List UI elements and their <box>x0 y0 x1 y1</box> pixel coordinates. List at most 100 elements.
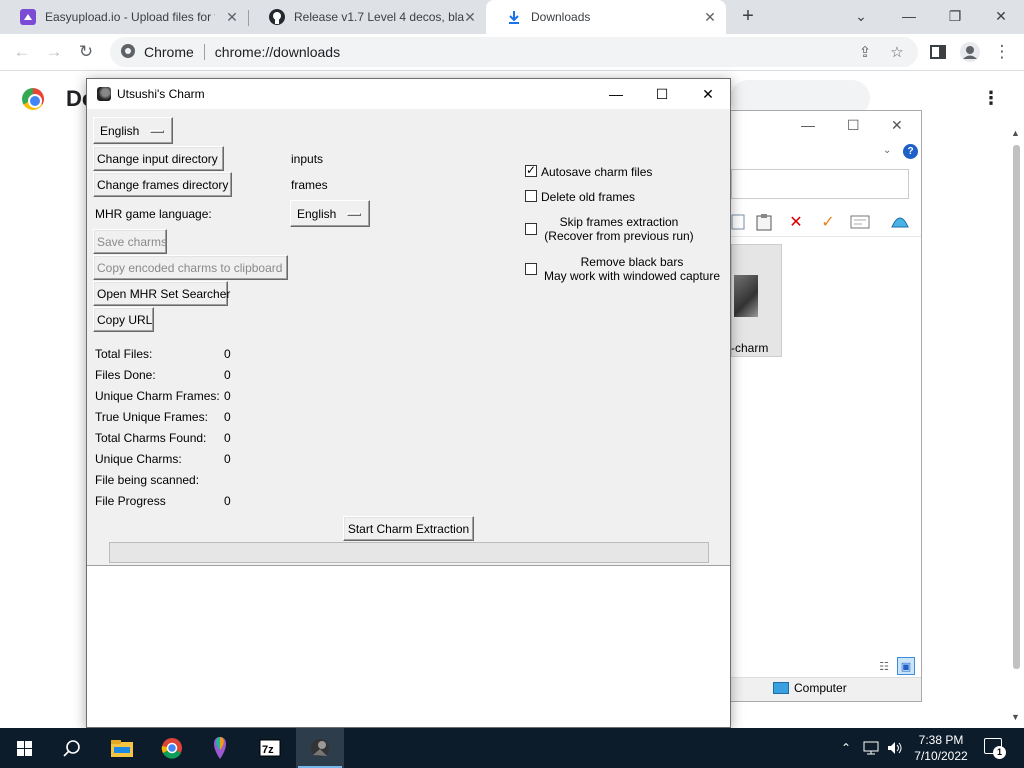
chevron-down-icon[interactable]: ⌄ <box>838 0 884 32</box>
copy-url-button[interactable]: Copy URL <box>93 307 154 332</box>
close-window-icon[interactable]: ✕ <box>978 0 1024 32</box>
skip-frames-line2: (Recover from previous run) <box>544 229 694 243</box>
side-panel-icon[interactable] <box>926 40 950 64</box>
remove-black-bars-checkbox[interactable] <box>525 263 537 275</box>
game-language-dropdown[interactable]: English <box>290 200 370 227</box>
maximize-icon[interactable]: ☐ <box>639 79 685 109</box>
minimize-icon[interactable]: — <box>886 0 932 32</box>
minimize-icon[interactable]: — <box>593 79 639 109</box>
show-hidden-icons-icon[interactable]: ⌃ <box>836 728 856 768</box>
clock-date: 7/10/2022 <box>914 749 968 763</box>
remove-black-bars-label: Remove black bars May work with windowed… <box>537 255 727 283</box>
easyupload-favicon <box>20 9 36 25</box>
system-clock[interactable]: 7:38 PM 7/10/2022 <box>908 732 974 764</box>
true-unique-frames-label: True Unique Frames: <box>95 410 208 424</box>
search-icon[interactable] <box>48 728 96 768</box>
chevron-down-icon[interactable]: ⌄ <box>883 145 891 156</box>
site-name: Chrome <box>144 44 194 60</box>
app-titlebar: Utsushi's Charm — ☐ ✕ <box>87 79 730 109</box>
tab-downloads[interactable]: Downloads ✕ <box>486 0 726 34</box>
start-icon[interactable] <box>0 728 48 768</box>
scroll-up-icon[interactable]: ▲ <box>1011 128 1020 138</box>
shell-icon[interactable] <box>889 211 911 233</box>
site-info-icon[interactable] <box>120 43 136 62</box>
app-icon <box>97 87 111 101</box>
bookmark-star-icon[interactable]: ☆ <box>886 37 908 67</box>
delete-icon[interactable]: ✕ <box>785 211 807 233</box>
skip-frames-extraction-checkbox[interactable] <box>525 223 537 235</box>
autosave-checkbox[interactable] <box>525 163 537 177</box>
change-input-directory-button[interactable]: Change input directory <box>93 146 224 171</box>
utsushi-charm-icon[interactable] <box>296 728 344 768</box>
explorer-address-bar[interactable] <box>731 169 909 199</box>
dropdown-indicator-icon <box>150 130 164 133</box>
open-set-searcher-button[interactable]: Open MHR Set Searcher <box>93 281 230 306</box>
help-icon[interactable]: ? <box>903 144 918 159</box>
ui-language-dropdown[interactable]: English <box>93 117 173 144</box>
close-tab-icon[interactable]: ✕ <box>702 9 718 25</box>
unique-charm-frames-value: 0 <box>224 389 231 403</box>
status-location-text: Computer <box>794 681 847 695</box>
scrollbar-thumb[interactable] <box>1013 145 1020 669</box>
close-icon[interactable]: ✕ <box>685 79 731 109</box>
large-icons-view-icon[interactable]: ▣ <box>897 657 915 675</box>
windows-taskbar: 7z ⌃ 7:38 PM 7/10/2022 1 <box>0 728 1024 768</box>
save-charms-button[interactable]: Save charms <box>93 229 167 254</box>
properties-icon[interactable] <box>849 211 871 233</box>
browser-toolbar: ← → ↻ Chrome chrome://downloads ⇪ ☆ ⋮ <box>0 34 1024 71</box>
share-icon[interactable]: ⇪ <box>854 37 876 67</box>
file-explorer-icon[interactable] <box>98 728 146 768</box>
delete-old-frames-checkbox[interactable] <box>525 190 537 202</box>
files-done-label: Files Done: <box>95 368 156 382</box>
download-icon <box>506 9 522 25</box>
menu-icon[interactable]: ⋮ <box>990 40 1014 64</box>
input-directory-path: inputs <box>291 152 324 166</box>
change-frames-directory-button[interactable]: Change frames directory <box>93 172 232 197</box>
game-language-value: English <box>297 206 337 221</box>
url-text: chrome://downloads <box>214 44 341 60</box>
thumbnail-image <box>734 275 758 317</box>
close-tab-icon[interactable]: ✕ <box>462 9 478 25</box>
page-scrollbar[interactable] <box>1008 125 1024 728</box>
utsushis-charm-window: Utsushi's Charm — ☐ ✕ English Change inp… <box>86 78 731 728</box>
clock-time: 7:38 PM <box>918 733 964 747</box>
tab-easyupload[interactable]: Easyupload.io - Upload files for free ✕ <box>0 0 248 34</box>
more-actions-icon[interactable]: ⋮ <box>982 88 1000 109</box>
restore-icon[interactable]: ❐ <box>932 0 978 32</box>
chrome-icon[interactable] <box>148 728 196 768</box>
paste-icon[interactable] <box>753 211 775 233</box>
skip-frames-line1: Skip frames extraction <box>559 215 679 229</box>
skip-frames-extraction-label: Skip frames extraction (Recover from pre… <box>537 215 701 243</box>
file-being-scanned-label: File being scanned: <box>95 473 200 487</box>
chrome-logo-icon <box>22 88 44 110</box>
app-title: Utsushi's Charm <box>117 87 205 101</box>
tab-github-release[interactable]: Release v1.7 Level 4 decos, black bars ✕ <box>249 0 486 34</box>
maximize-icon[interactable]: ☐ <box>847 117 860 134</box>
paint3d-icon[interactable] <box>196 728 244 768</box>
forward-icon[interactable]: → <box>42 40 66 64</box>
scroll-down-icon[interactable]: ▼ <box>1011 712 1020 722</box>
back-icon[interactable]: ← <box>10 40 34 64</box>
7zip-icon[interactable]: 7z <box>246 728 294 768</box>
reload-icon[interactable]: ↻ <box>74 40 98 64</box>
start-charm-extraction-button[interactable]: Start Charm Extraction <box>343 516 474 541</box>
close-icon[interactable]: ✕ <box>891 117 903 134</box>
ui-language-value: English <box>100 123 140 138</box>
tab-title: Downloads <box>531 10 591 24</box>
explorer-toolbar: ✕ ✓ <box>727 207 921 237</box>
log-output-area[interactable] <box>87 565 730 727</box>
remove-black-bars-line1: Remove black bars <box>580 255 684 269</box>
details-view-icon[interactable]: ☷ <box>875 657 893 675</box>
new-tab-icon[interactable]: + <box>738 6 758 26</box>
extraction-progress-bar <box>109 542 709 563</box>
copy-encoded-charms-button[interactable]: Copy encoded charms to clipboard <box>93 255 288 280</box>
volume-icon[interactable] <box>884 728 906 768</box>
profile-icon[interactable] <box>958 40 982 64</box>
omnibox-divider <box>203 44 205 60</box>
checkmark-icon[interactable]: ✓ <box>817 211 839 233</box>
minimize-icon[interactable]: — <box>801 117 815 133</box>
tab-strip: Easyupload.io - Upload files for free ✕ … <box>0 0 1024 34</box>
close-tab-icon[interactable]: ✕ <box>224 9 240 25</box>
address-bar[interactable]: Chrome chrome://downloads ⇪ ☆ <box>110 37 918 67</box>
network-icon[interactable] <box>860 728 882 768</box>
